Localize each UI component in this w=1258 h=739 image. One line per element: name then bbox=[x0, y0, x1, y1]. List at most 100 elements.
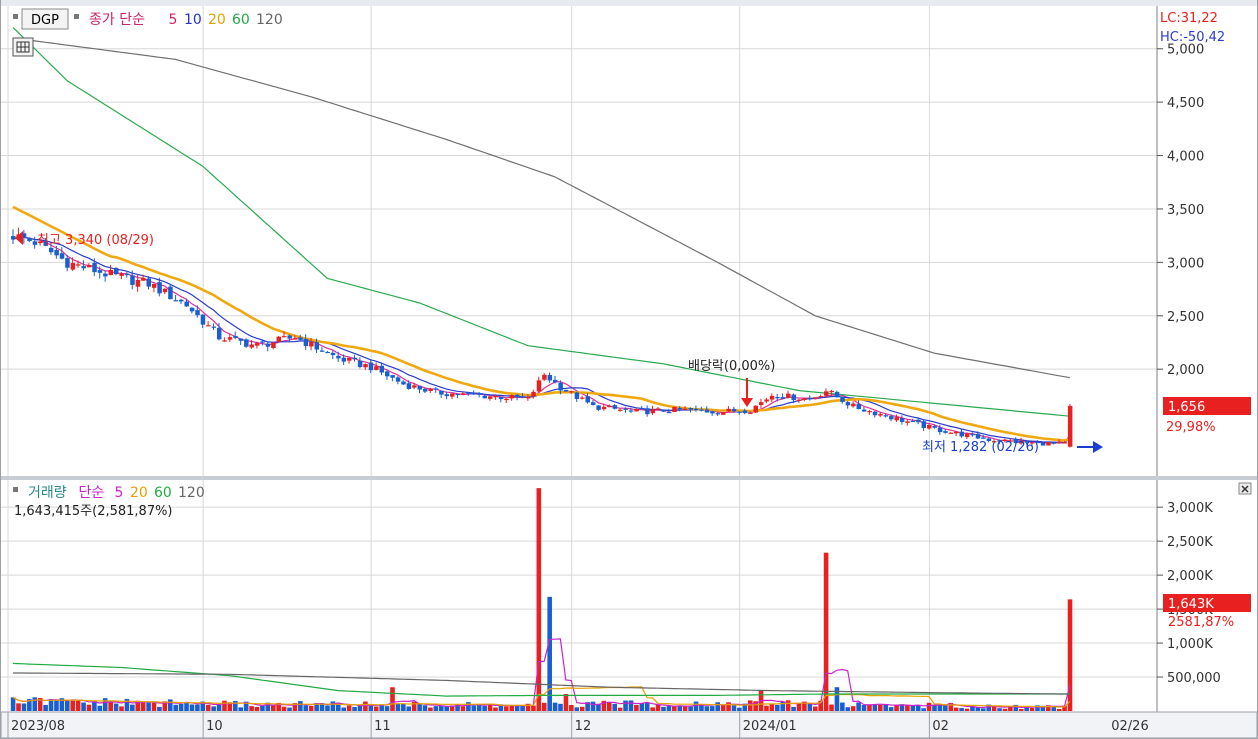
candle-body bbox=[330, 352, 336, 356]
volume-bar bbox=[905, 705, 910, 711]
candle-body bbox=[211, 326, 217, 328]
candle-body bbox=[103, 273, 108, 277]
candle-body bbox=[569, 391, 574, 393]
candle bbox=[1067, 403, 1073, 448]
candle-body bbox=[374, 366, 379, 370]
candle-body bbox=[542, 374, 547, 380]
volume-bar bbox=[270, 705, 276, 711]
volume-bar bbox=[471, 705, 477, 711]
volume-bar bbox=[1002, 708, 1008, 711]
volume-bar bbox=[1018, 708, 1024, 711]
candle-body bbox=[151, 284, 157, 288]
candle-body bbox=[693, 408, 699, 411]
candle-body bbox=[916, 419, 921, 423]
candle-body bbox=[721, 412, 726, 415]
candle-body bbox=[412, 385, 417, 388]
candle-body bbox=[563, 389, 569, 392]
candle-body bbox=[553, 379, 558, 383]
volume-bar bbox=[21, 703, 27, 711]
volume-bar bbox=[731, 705, 737, 711]
candle-body bbox=[319, 350, 325, 352]
candle bbox=[244, 338, 249, 348]
x-axis-strip bbox=[0, 711, 1258, 739]
x-tick-label: 12 bbox=[575, 719, 592, 734]
pane-close-icon[interactable] bbox=[1238, 482, 1252, 495]
candle-body bbox=[981, 437, 986, 439]
candle-body bbox=[146, 278, 151, 287]
candle-body bbox=[76, 264, 81, 266]
volume-bar bbox=[915, 705, 921, 711]
candle-body bbox=[27, 237, 32, 242]
volume-bar bbox=[325, 705, 330, 711]
volume-bar bbox=[661, 706, 666, 711]
candle-body bbox=[601, 406, 607, 410]
volume-bar bbox=[569, 705, 574, 711]
volume-bar bbox=[411, 701, 417, 711]
volume-bar bbox=[287, 707, 292, 711]
candle-body bbox=[384, 371, 390, 377]
volume-bar bbox=[173, 704, 178, 711]
candle-body bbox=[704, 409, 710, 413]
volume-ma-legend: 거래량 단순 5 20 60 120 bbox=[28, 485, 205, 501]
hc-label: HC:-50,42 bbox=[1160, 30, 1225, 45]
price-tick-label: 2,000 bbox=[1167, 363, 1204, 378]
candle bbox=[276, 335, 282, 343]
grid-toggle-icon[interactable] bbox=[12, 37, 34, 57]
candle-body bbox=[395, 377, 401, 382]
volume-bar bbox=[590, 701, 596, 711]
candle-body bbox=[466, 392, 471, 395]
volume-bar bbox=[775, 704, 780, 711]
candle-body bbox=[645, 408, 650, 415]
volume-bar bbox=[845, 707, 851, 711]
candle-body bbox=[948, 432, 954, 434]
volume-bar bbox=[921, 708, 926, 711]
volume-bar bbox=[872, 704, 878, 711]
candle-body bbox=[162, 288, 168, 293]
candle-body bbox=[791, 394, 796, 401]
legend-item-4: 60 bbox=[154, 485, 172, 501]
candle-body bbox=[867, 411, 872, 413]
candle-body bbox=[628, 410, 634, 412]
x-tick-label: 2024/01 bbox=[743, 719, 797, 734]
candle bbox=[753, 405, 759, 413]
candle-body bbox=[861, 409, 867, 412]
volume-bar bbox=[460, 706, 466, 711]
volume-bar bbox=[249, 706, 254, 711]
volume-bar bbox=[617, 707, 623, 711]
volume-bar bbox=[75, 700, 81, 711]
x-tick-label: 11 bbox=[374, 719, 391, 734]
volume-bar bbox=[547, 596, 552, 711]
volume-bar bbox=[146, 702, 151, 711]
volume-bar bbox=[195, 704, 200, 711]
candle-body bbox=[715, 413, 721, 415]
volume-bar bbox=[1029, 707, 1035, 711]
candle-body bbox=[655, 408, 661, 410]
volume-bar bbox=[558, 703, 563, 711]
volume-bar bbox=[16, 703, 21, 711]
pane-divider bbox=[1, 476, 1257, 480]
candle-body bbox=[363, 364, 368, 368]
legend-item-2: 10 bbox=[184, 12, 202, 28]
candle-body bbox=[731, 408, 737, 412]
candle-body bbox=[216, 327, 222, 340]
volume-bar bbox=[579, 706, 585, 711]
volume-bar bbox=[856, 702, 861, 711]
volume-tick-label: 3,000K bbox=[1167, 501, 1213, 516]
volume-bar bbox=[482, 705, 487, 711]
candle-body bbox=[558, 382, 563, 391]
volume-bar bbox=[428, 707, 433, 711]
candle-body bbox=[108, 269, 114, 276]
candle-body bbox=[254, 343, 260, 346]
volume-bar bbox=[552, 702, 558, 711]
volume-bar bbox=[509, 705, 515, 711]
volume-bar bbox=[769, 703, 775, 711]
volume-bar bbox=[390, 687, 395, 711]
candle-body bbox=[748, 412, 753, 414]
candle-body bbox=[585, 396, 591, 403]
candle-body bbox=[786, 393, 791, 398]
legend-item-2: 5 bbox=[115, 485, 124, 501]
candle-body bbox=[48, 247, 54, 253]
volume-bar bbox=[357, 705, 363, 711]
volume-bar bbox=[720, 704, 726, 711]
volume-bar bbox=[829, 704, 834, 711]
